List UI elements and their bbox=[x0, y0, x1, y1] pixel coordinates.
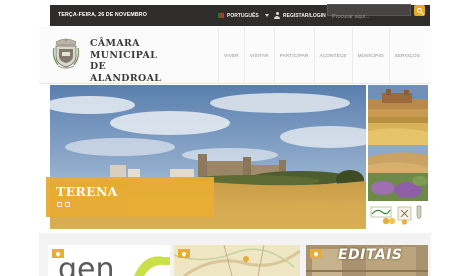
flag-icon bbox=[218, 13, 224, 18]
hero-title: TERENA bbox=[56, 184, 118, 199]
svg-text:gen: gen bbox=[58, 252, 115, 276]
thumbnail-image bbox=[368, 85, 428, 117]
nav-item-viver[interactable]: VIVER bbox=[218, 27, 244, 84]
brand-name[interactable]: CÂMARA MUNICIPAL DE ALANDROAL bbox=[90, 38, 161, 84]
current-date: TERÇA-FEIRA, 26 DE NOVEMBRO bbox=[58, 12, 147, 18]
search-button[interactable] bbox=[414, 5, 425, 16]
nav-item-servicos[interactable]: SERVIÇOS bbox=[388, 27, 425, 84]
nav-item-municipio[interactable]: MUNICÍPIO bbox=[351, 27, 389, 84]
login-label: REGISTAR/LOGIN bbox=[283, 12, 326, 19]
card-image: gen bbox=[48, 245, 170, 276]
thumbnail-wheat[interactable] bbox=[368, 117, 428, 145]
search-field[interactable] bbox=[327, 4, 411, 22]
brand-line: CÂMARA bbox=[90, 38, 140, 49]
login-link[interactable]: REGISTAR/LOGIN bbox=[274, 11, 326, 20]
nav-item-acontece[interactable]: ACONTECE bbox=[313, 27, 352, 84]
main-nav: VIVER VISITAR PARTICIPAR ACONTECE MUNICÍ… bbox=[218, 27, 425, 84]
user-icon bbox=[274, 12, 280, 19]
location-pin-icon bbox=[178, 249, 190, 258]
thumbnail-image bbox=[368, 145, 428, 173]
brand-line: MUNICIPAL bbox=[90, 49, 158, 61]
thumbnail-image bbox=[368, 173, 428, 201]
brand-line: ALANDROAL bbox=[90, 72, 162, 84]
crest-icon[interactable] bbox=[52, 37, 80, 69]
card-map[interactable] bbox=[174, 245, 300, 276]
slide-indicators bbox=[57, 202, 70, 207]
language-label: PORTUGUÊS bbox=[227, 12, 259, 19]
card-editais-label: EDITAIS bbox=[338, 247, 403, 263]
thumbnail-image bbox=[368, 117, 428, 145]
search-icon bbox=[416, 7, 422, 13]
slide-dot[interactable] bbox=[57, 202, 62, 207]
site-header: CÂMARA MUNICIPAL DE ALANDROAL VIVER VISI… bbox=[39, 27, 431, 84]
card-agenda[interactable]: gen bbox=[48, 245, 170, 276]
nav-item-participar[interactable]: PARTICIPAR bbox=[273, 27, 314, 84]
brand-line: DE bbox=[90, 61, 107, 72]
location-pin-icon bbox=[310, 249, 322, 258]
thumbnail-landscape[interactable] bbox=[368, 145, 428, 173]
thumbnail-flowers[interactable] bbox=[368, 173, 428, 201]
location-pin-icon bbox=[52, 249, 64, 258]
partner-logos[interactable] bbox=[368, 201, 428, 227]
language-selector[interactable]: PORTUGUÊS bbox=[218, 11, 269, 20]
chevron-down-icon bbox=[264, 14, 269, 17]
partner-logo-icons bbox=[370, 205, 422, 225]
nav-item-visitar[interactable]: VISITAR bbox=[243, 27, 274, 84]
card-image bbox=[174, 245, 300, 276]
slide-dot[interactable] bbox=[65, 202, 70, 207]
search-input[interactable] bbox=[328, 12, 410, 22]
hero-caption[interactable]: TERENA bbox=[46, 177, 214, 217]
thumbnail-castle[interactable] bbox=[368, 85, 428, 117]
